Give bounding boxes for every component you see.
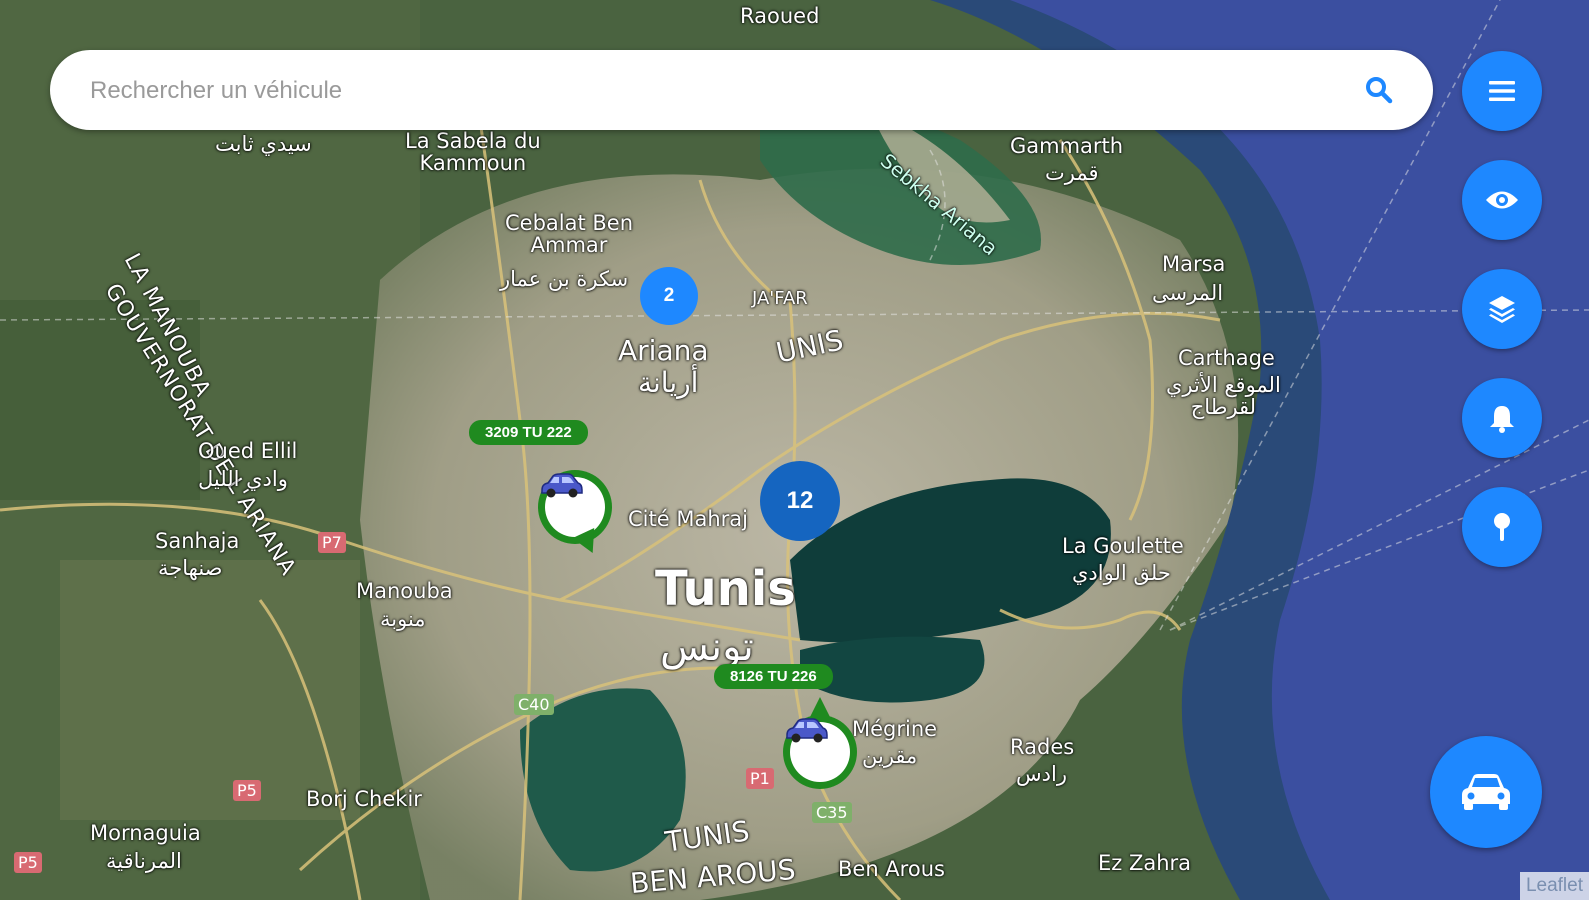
map-pin-icon: [1494, 513, 1510, 541]
map-label-borj-chekir: Borj Chekir: [306, 787, 422, 811]
map-label-cite-mahrajene: Cité Mahraj: [628, 507, 748, 531]
map-label-rades-ar: رادس: [1016, 762, 1067, 786]
map-label-marsa-ar: المرسى: [1152, 281, 1224, 305]
map[interactable]: Raoued Gammarth قمرت La Sabela du Kammou…: [0, 0, 1589, 900]
map-label-carthage: Carthage: [1178, 346, 1275, 370]
search-input[interactable]: [88, 70, 1292, 112]
car-icon: [1462, 774, 1510, 810]
road-shield-p5-2: P5: [14, 852, 42, 873]
map-label-ariana-ar: أريانة: [638, 366, 699, 399]
map-label-cebalat-ar: سكرة بن عمار: [500, 267, 629, 291]
map-label-tunis: Tunis: [655, 561, 796, 617]
vehicle-plate-label[interactable]: 3209 TU 222: [469, 420, 588, 445]
search-bar: [50, 50, 1433, 130]
map-label-marsa: Marsa: [1162, 252, 1226, 276]
road-shield-c35: C35: [812, 802, 852, 823]
bell-icon: [1490, 406, 1514, 433]
map-label-ez-zahra: Ez Zahra: [1098, 851, 1192, 875]
map-label-megrine: Mégrine: [852, 717, 938, 741]
road-shield-p5: P5: [233, 780, 261, 801]
car-icon: [541, 473, 583, 498]
cluster-marker-large[interactable]: 12: [760, 461, 840, 541]
map-label-tunis-ar: تونس: [660, 624, 754, 670]
vehicles-fab-button[interactable]: [1430, 736, 1542, 848]
layers-icon: [1489, 296, 1515, 323]
map-label-megrine-ar: مقرين: [862, 744, 918, 768]
map-label-sidi-thabet-ar: سيدي ثابت: [215, 132, 312, 156]
map-label-la-goulette: La Goulette: [1062, 534, 1184, 558]
map-label-sanhaja-ar: صنهاجة: [158, 556, 223, 580]
vehicle-plate-label[interactable]: 8126 TU 226: [714, 664, 833, 689]
map-label-cebalat: Cebalat Ben Ammar: [505, 211, 634, 258]
road-shield-p7: P7: [318, 532, 346, 553]
map-attribution[interactable]: Leaflet: [1519, 872, 1589, 900]
eye-icon: [1486, 191, 1518, 209]
map-label-manouba: Manouba: [356, 579, 453, 603]
map-label-oued-ellil: Oued Ellil: [198, 439, 298, 463]
map-label-gammarth-ar: قمرت: [1045, 161, 1099, 185]
road-shield-p1: P1: [746, 768, 774, 789]
notifications-button[interactable]: [1462, 378, 1542, 458]
map-label-mornaguia: Mornaguia: [90, 821, 201, 845]
menu-icon: [1489, 81, 1515, 101]
map-label-ariana: Ariana: [618, 334, 709, 367]
menu-button[interactable]: [1462, 51, 1542, 131]
map-label-manouba-ar: منوبة: [380, 607, 426, 631]
cluster-marker[interactable]: 2: [640, 267, 698, 325]
map-label-sabela: La Sabela du Kammoun: [405, 129, 541, 176]
map-label-sanhaja: Sanhaja: [155, 529, 240, 553]
map-label-mornaguia-ar: المرناقية: [106, 849, 182, 873]
map-label-oued-ellil-ar: وادي الليل: [198, 467, 288, 491]
visibility-button[interactable]: [1462, 160, 1542, 240]
road-shield-c40: C40: [514, 694, 554, 715]
map-label-ben-arous: Ben Arous: [838, 857, 945, 881]
map-label-carthage-ar: الموقع الأثري لقرطاج: [1166, 373, 1281, 420]
map-label-gammarth: Gammarth: [1010, 134, 1124, 158]
map-label-rades: Rades: [1010, 735, 1075, 759]
car-icon: [786, 718, 828, 743]
vehicle-marker[interactable]: [538, 470, 612, 559]
vehicle-marker[interactable]: [783, 697, 857, 789]
search-icon[interactable]: [1363, 74, 1395, 106]
map-label-la-goulette-ar: حلق الوادي: [1072, 561, 1171, 585]
map-label-raoued: Raoued: [740, 4, 820, 28]
layers-button[interactable]: [1462, 269, 1542, 349]
map-label-jafar: JA'FAR: [752, 288, 808, 309]
location-pin-button[interactable]: [1462, 487, 1542, 567]
